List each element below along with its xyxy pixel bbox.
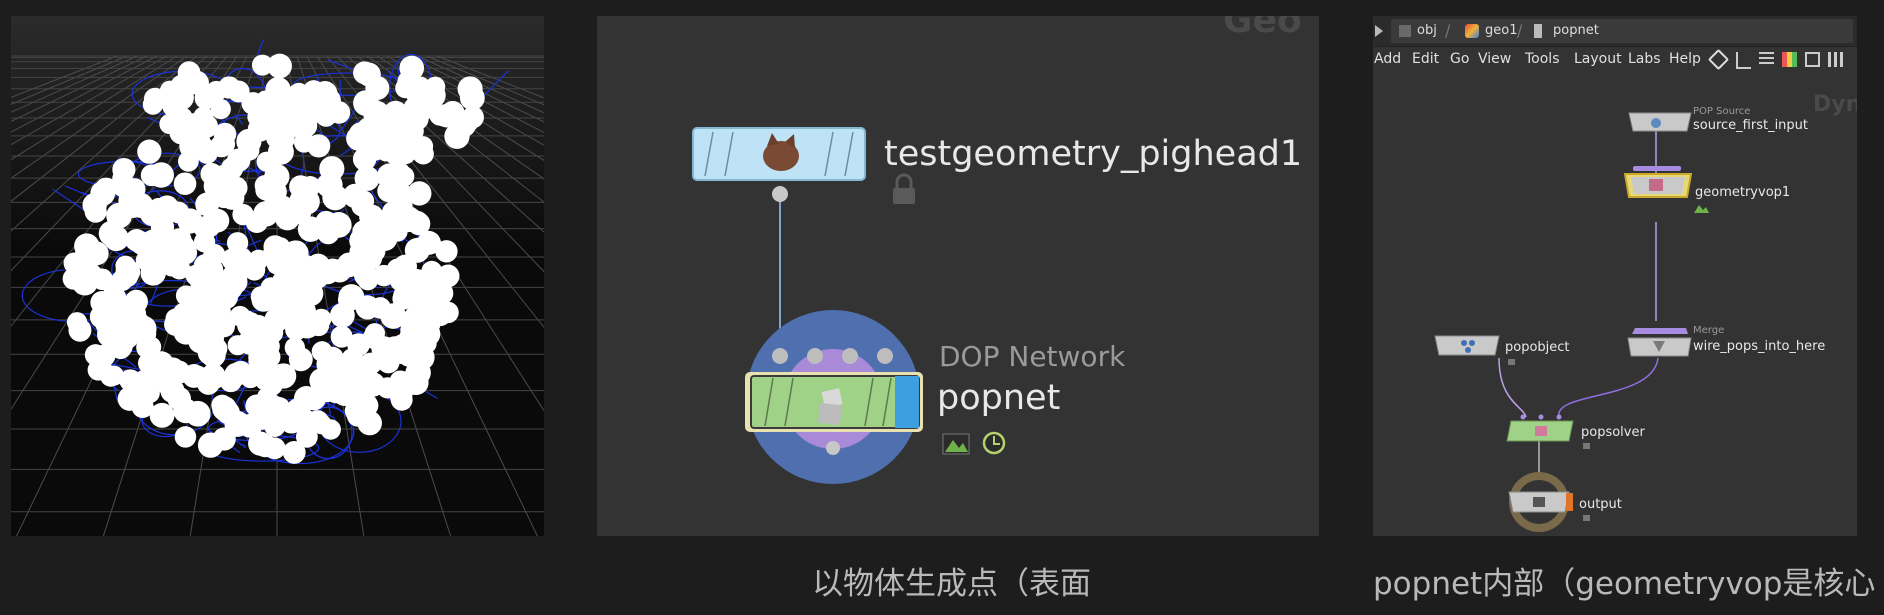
viewport-scene [11,39,544,536]
node-label-output: output [1579,497,1622,512]
breadcrumb: obj / geo1 / popnet [1391,19,1853,43]
breadcrumb-geo1[interactable]: geo1 [1485,23,1517,38]
geo-icon [1465,24,1479,38]
network-canvas: Geo testgeometry_pighead1 DOP Network po… [692,16,1302,484]
popnet-canvas: Dyna POP Source source_first_input geome… [1434,92,1857,532]
lock-icon-popobject [1508,359,1515,365]
node-type-pop-source: POP Source [1693,106,1750,117]
lock-icon [893,173,915,204]
network-editor-main[interactable]: Geo testgeometry_pighead1 DOP Network po… [597,16,1319,536]
grid-view-icon[interactable] [1828,52,1843,67]
node-type-dop-network: DOP Network [939,340,1126,373]
menu-help[interactable]: Help [1669,51,1701,67]
node-popnet[interactable] [745,310,923,484]
menu-view[interactable]: View [1478,51,1511,67]
menu-bar: Add Edit Go View Tools Layout Labs Help [1373,47,1857,71]
viewport-panel[interactable] [11,16,544,536]
menu-add[interactable]: Add [1374,51,1401,67]
tools-icon[interactable] [1707,48,1730,71]
vop-display-icon [1694,205,1709,213]
tree-view-icon[interactable] [1736,52,1751,69]
thumbnail-icon[interactable] [1805,52,1820,67]
node-output[interactable] [1508,472,1573,532]
node-popsolver[interactable] [1506,414,1574,442]
node-label-testgeometry: testgeometry_pighead1 [884,134,1302,174]
obj-icon [1399,25,1411,37]
network-editor-popnet[interactable]: obj / geo1 / popnet Add Edit Go View Too… [1373,16,1857,536]
back-arrow-icon[interactable] [1375,25,1383,37]
breadcrumb-popnet[interactable]: popnet [1553,23,1599,38]
node-wire-pops-into-here[interactable] [1627,328,1692,357]
clock-icon [982,431,1006,455]
breadcrumb-obj[interactable]: obj [1417,23,1437,38]
node-geometryvop1[interactable] [1623,166,1693,198]
node-label-popnet: popnet [937,378,1060,418]
list-view-icon[interactable] [1759,52,1774,67]
dyna-label: Dyna [1813,92,1857,117]
display-flag-icon [942,433,970,455]
menu-labs[interactable]: Labs [1628,51,1661,67]
node-label-popsolver: popsolver [1581,425,1645,440]
popnet-icon [1534,24,1542,38]
menu-edit[interactable]: Edit [1412,51,1439,67]
color-palette-icon[interactable] [1782,52,1797,67]
lock-icon-output [1583,515,1590,521]
menu-tools[interactable]: Tools [1525,51,1560,67]
wire-popobject-to-solver [1498,357,1527,418]
node-label-popobject: popobject [1505,340,1570,355]
node-source-first-input[interactable] [1628,112,1692,132]
point-cloud [62,53,485,464]
node-label-source-first-input: source_first_input [1693,118,1808,133]
menu-go[interactable]: Go [1450,51,1469,67]
node-type-merge: Merge [1693,325,1724,336]
node-popobject[interactable] [1434,335,1500,356]
network-watermark: Geo [1223,16,1302,41]
wire-merge-to-solver [1558,357,1659,418]
caption-middle: 以物体生成点（表面 [812,566,1091,602]
menu-layout[interactable]: Layout [1574,51,1622,67]
node-testgeometry-pighead[interactable] [692,127,866,202]
node-label-wire-pops-into-here: wire_pops_into_here [1693,339,1825,354]
caption-right: popnet内部（geometryvop是核心 [1373,566,1876,602]
path-bar: obj / geo1 / popnet [1373,16,1857,47]
lock-icon-popsolver [1583,443,1590,449]
node-label-geometryvop1: geometryvop1 [1695,185,1790,200]
